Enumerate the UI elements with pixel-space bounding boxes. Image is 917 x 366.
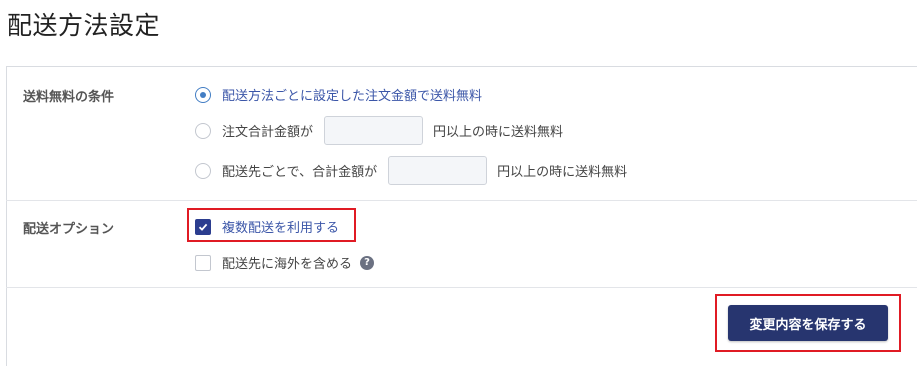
option-label: 配送先に海外を含める [222,257,353,272]
option-label-before: 注文合計金額が [222,125,314,140]
radio-per-destination[interactable] [195,162,211,179]
help-icon[interactable]: ? [360,255,375,270]
option-multiple-delivery[interactable]: 複数配送を利用する [195,217,339,236]
radio-order-total[interactable] [195,122,211,139]
delivery-options-label: 配送オプション [23,222,115,237]
option-label: 配送方法ごとに設定した注文金額で送料無料 [222,89,483,104]
destination-total-amount-input[interactable] [388,156,488,185]
section-divider [6,200,917,201]
order-total-amount-input[interactable] [324,116,424,145]
radio-per-method[interactable] [195,86,211,103]
free-shipping-option-per-method[interactable]: 配送方法ごとに設定した注文金額で送料無料 [195,85,482,104]
include-overseas-checkbox[interactable] [195,254,211,271]
option-label-after: 円以上の時に送料無料 [433,125,564,140]
free-shipping-option-order-total[interactable]: 注文合計金額が 円以上の時に送料無料 [195,116,563,145]
free-shipping-label: 送料無料の条件 [23,90,115,105]
check-icon [198,223,208,231]
free-shipping-option-per-destination[interactable]: 配送先ごとで、合計金額が 円以上の時に送料無料 [195,156,627,185]
save-button[interactable]: 変更内容を保存する [728,305,888,341]
section-divider [6,287,917,288]
option-include-overseas[interactable]: 配送先に海外を含める ? [195,253,375,272]
option-label-before: 配送先ごとで、合計金額が [222,165,378,180]
option-label: 複数配送を利用する [222,221,340,236]
option-label-after: 円以上の時に送料無料 [497,165,628,180]
multiple-delivery-checkbox[interactable] [195,218,211,235]
page-title: 配送方法設定 [7,11,161,40]
